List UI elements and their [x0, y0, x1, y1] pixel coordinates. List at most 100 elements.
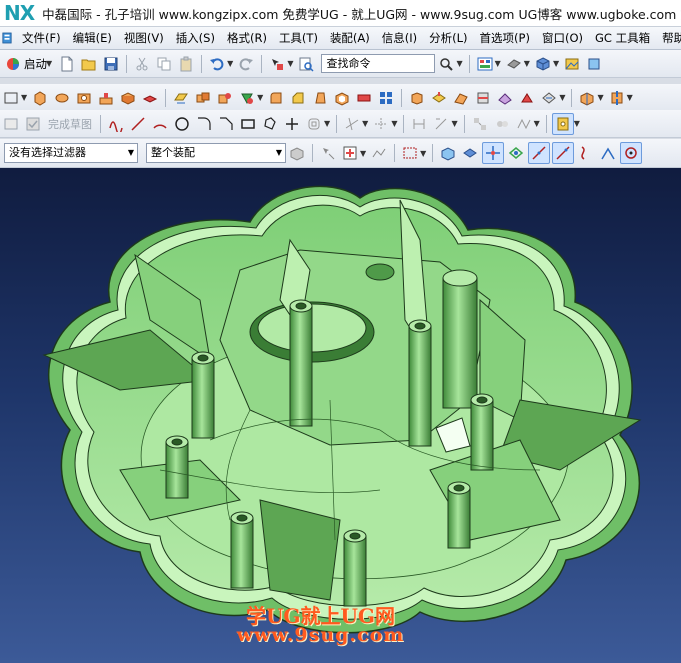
menu-view[interactable]: 视图(V) [118, 28, 170, 48]
snap-arc-center-icon[interactable] [598, 143, 618, 163]
view-orient-icon[interactable] [533, 54, 553, 74]
feature-select-dropdown-icon[interactable]: ▼ [360, 149, 366, 158]
menu-assembly[interactable]: 装配(A) [324, 28, 376, 48]
mirror-icon[interactable] [517, 88, 537, 108]
paste-icon[interactable] [176, 54, 196, 74]
undo-dropdown-icon[interactable]: ▼ [227, 59, 233, 68]
start-button[interactable]: 启动 ▼ [0, 54, 56, 74]
rectangle-select-icon[interactable] [400, 143, 420, 163]
snap-control-icon[interactable] [552, 142, 575, 164]
menu-help[interactable]: 帮助(H) [656, 28, 681, 48]
search-dropdown-icon[interactable]: ▼ [456, 59, 462, 68]
undo-icon[interactable] [207, 54, 227, 74]
sync-dropdown-icon[interactable]: ▼ [597, 93, 603, 102]
menu-insert[interactable]: 插入(S) [170, 28, 221, 48]
trim-dropdown-icon[interactable]: ▼ [362, 119, 368, 128]
sketch-more-dropdown-icon[interactable]: ▼ [534, 119, 540, 128]
chamfer-icon[interactable] [288, 88, 308, 108]
synchronous-icon[interactable] [577, 88, 597, 108]
replace-face-icon[interactable] [539, 88, 559, 108]
sketch-rect-icon[interactable] [1, 88, 21, 108]
edit-section-icon[interactable] [584, 54, 604, 74]
select-face-icon[interactable] [460, 143, 480, 163]
extrude-icon[interactable] [30, 88, 50, 108]
menu-analysis[interactable]: 分析(L) [423, 28, 473, 48]
quick-trim-icon[interactable] [342, 114, 362, 134]
cut-icon[interactable] [132, 54, 152, 74]
animate-dim-icon[interactable] [514, 114, 534, 134]
draft-icon[interactable] [310, 88, 330, 108]
offset-face-icon[interactable] [429, 88, 449, 108]
sketch-link-icon[interactable] [551, 112, 574, 135]
view-dropdown-icon[interactable]: ▼ [553, 59, 559, 68]
search-icon[interactable] [436, 54, 456, 74]
edge-blend-icon[interactable] [266, 88, 286, 108]
graphics-viewport[interactable]: 学UG就上UG网 www.9sug.com [0, 168, 681, 663]
snap-midpoint-icon[interactable] [528, 142, 551, 164]
redo-icon[interactable] [236, 54, 256, 74]
sketch-dropdown-icon[interactable]: ▼ [21, 93, 27, 102]
menu-preferences[interactable]: 首选项(P) [474, 28, 536, 48]
dimension-icon[interactable] [409, 114, 429, 134]
subtract-icon[interactable] [215, 88, 235, 108]
offset-curve-icon[interactable] [304, 114, 324, 134]
sketch-grip-icon[interactable] [1, 114, 21, 134]
line-icon[interactable] [128, 114, 148, 134]
auto-constraint-icon[interactable] [470, 114, 490, 134]
snap-intersection-icon[interactable] [576, 143, 596, 163]
feature-dropdown-icon[interactable]: ▼ [559, 93, 565, 102]
rect-select-dropdown-icon[interactable]: ▼ [420, 149, 426, 158]
circle-icon[interactable] [172, 114, 192, 134]
start-dropdown-icon[interactable]: ▼ [46, 59, 52, 68]
render-dropdown-icon[interactable]: ▼ [524, 59, 530, 68]
background-icon[interactable] [562, 54, 582, 74]
corner-icon[interactable] [371, 114, 391, 134]
menu-window[interactable]: 窗口(O) [536, 28, 589, 48]
snap-point-icon[interactable] [482, 142, 505, 164]
corner-dropdown-icon[interactable]: ▼ [391, 119, 397, 128]
revolve-icon[interactable] [52, 88, 72, 108]
curve-rule-icon[interactable] [369, 143, 389, 163]
selection-dropdown-icon[interactable]: ▼ [287, 59, 293, 68]
shell-icon[interactable] [332, 88, 352, 108]
menu-tools[interactable]: 工具(T) [273, 28, 324, 48]
menu-edit[interactable]: 编辑(E) [67, 28, 118, 48]
block-icon[interactable] [407, 88, 427, 108]
copy-icon[interactable] [154, 54, 174, 74]
menu-grip-icon[interactable] [2, 29, 12, 47]
point-icon[interactable] [282, 114, 302, 134]
constraint-icon[interactable] [431, 114, 451, 134]
datum-plane-icon[interactable] [171, 88, 191, 108]
pad-icon[interactable] [140, 88, 160, 108]
hole-icon[interactable] [74, 88, 94, 108]
menu-information[interactable]: 信息(I) [376, 28, 423, 48]
menu-gc-toolbox[interactable]: GC 工具箱 [589, 28, 656, 48]
finish-sketch-icon[interactable] [23, 114, 43, 134]
selection-filter-select[interactable]: 没有选择过滤器 ▼ [4, 143, 138, 163]
rectangle-icon[interactable] [238, 114, 258, 134]
trim-body-icon[interactable] [451, 88, 471, 108]
move-face-icon[interactable] [607, 88, 627, 108]
select-body-icon[interactable] [438, 143, 458, 163]
layout-dropdown-icon[interactable]: ▼ [495, 59, 501, 68]
show-constraints-icon[interactable] [492, 114, 512, 134]
general-select-icon[interactable] [318, 143, 338, 163]
boss-icon[interactable] [96, 88, 116, 108]
combine-dropdown-icon[interactable]: ▼ [257, 93, 263, 102]
move-dropdown-icon[interactable]: ▼ [627, 93, 633, 102]
selection-priority-icon[interactable] [267, 54, 287, 74]
fillet-icon[interactable] [194, 114, 214, 134]
snap-quadrant-icon[interactable] [620, 142, 643, 164]
polygon-icon[interactable] [260, 114, 280, 134]
snap-end-icon[interactable] [506, 143, 526, 163]
assembly-filter-icon[interactable] [287, 143, 307, 163]
sew-icon[interactable] [495, 88, 515, 108]
command-finder-icon[interactable] [296, 54, 316, 74]
split-body-icon[interactable] [473, 88, 493, 108]
command-search-input[interactable]: 查找命令 [321, 54, 436, 73]
save-icon[interactable] [101, 54, 121, 74]
open-folder-icon[interactable] [79, 54, 99, 74]
chamfer-curve-icon[interactable] [216, 114, 236, 134]
thicken-icon[interactable] [354, 88, 374, 108]
menu-file[interactable]: 文件(F) [16, 28, 67, 48]
